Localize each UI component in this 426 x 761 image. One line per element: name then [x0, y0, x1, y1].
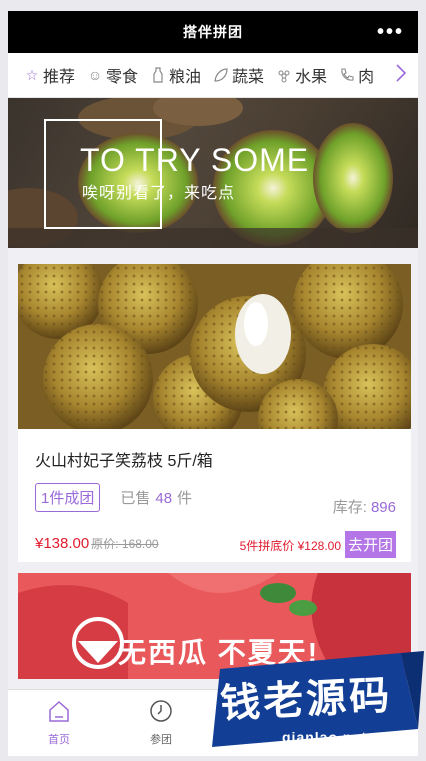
tab-label: 参团 [150, 734, 172, 746]
category-label: 水果 [295, 69, 328, 86]
banner-subline: 唉呀别看了，来吃点 [82, 185, 236, 202]
sold-unit: 件 [177, 490, 193, 507]
bottle-icon [150, 67, 166, 83]
page-title: 搭伴拼团 [183, 24, 243, 40]
category-label: 蔬菜 [232, 69, 265, 86]
group-size-badge: 1件成团 [35, 483, 101, 512]
stock-info: 库存: 896 [333, 496, 396, 517]
grape-icon [276, 67, 292, 83]
group-price: ¥138.00 [35, 535, 90, 552]
lowest-price: 5件拼底价 ¥128.00 [239, 539, 341, 553]
smile-icon: ☺ [87, 67, 103, 83]
sold-count: 已售 48 件 [120, 487, 192, 508]
watermark-logo: 钱老源码 qianlao.net [206, 649, 426, 756]
product-name: 火山村妃子笑荔枝 5斤/箱 [35, 453, 213, 470]
category-label: 粮油 [169, 69, 202, 86]
product-card[interactable]: 火山村妃子笑荔枝 5斤/箱 1件成团 已售 48 件 库存: 896 ¥138.00 … [18, 264, 411, 562]
category-fruit[interactable]: 水果 [276, 63, 327, 87]
promo-banner[interactable]: TO TRY SOME 唉呀别看了，来吃点 [8, 98, 418, 248]
more-menu-button[interactable]: ••• [377, 21, 404, 44]
top-bar: 搭伴拼团 ••• [8, 11, 418, 53]
category-bar: ☆ 推荐 ☺ 零食 粮油 蔬菜 水果 肉 [8, 53, 418, 98]
home-icon [46, 698, 72, 729]
original-price: 原价: 168.00 [91, 537, 159, 551]
category-vegetables[interactable]: 蔬菜 [213, 63, 264, 87]
clock-icon [148, 698, 174, 729]
category-label: 肉 [358, 69, 375, 86]
banner-headline: TO TRY SOME [80, 142, 310, 178]
chevron-right-icon [395, 64, 407, 87]
price-row: ¥138.00 原价: 168.00 [35, 535, 159, 552]
watermark-text: 钱老源码 [219, 673, 394, 727]
sold-number: 48 [155, 490, 173, 507]
watermark-url: qianlao.net [282, 729, 367, 745]
sold-label: 已售 [120, 490, 151, 507]
start-group-button[interactable]: 去开团 [344, 531, 396, 558]
category-grain-oil[interactable]: 粮油 [150, 63, 201, 87]
leaf-icon [213, 67, 229, 83]
lychee-image [18, 264, 411, 429]
tab-join-group[interactable]: 参团 [110, 690, 212, 756]
phone-icon [339, 67, 355, 83]
category-snacks[interactable]: ☺ 零食 [87, 63, 138, 87]
category-label: 零食 [106, 69, 139, 86]
stock-value: 896 [370, 499, 396, 516]
app-frame: 搭伴拼团 ••• ☆ 推荐 ☺ 零食 粮油 蔬菜 水果 肉 TO TRY SOM… [8, 11, 418, 756]
category-label: 推荐 [43, 69, 76, 86]
category-recommend[interactable]: ☆ 推荐 [24, 63, 75, 87]
tab-home[interactable]: 首页 [8, 690, 110, 756]
category-scroll-right-button[interactable] [384, 53, 418, 97]
category-meat[interactable]: 肉 [339, 63, 374, 87]
tab-label: 首页 [48, 734, 70, 746]
stock-label: 库存: [332, 499, 367, 516]
star-icon: ☆ [25, 67, 39, 83]
